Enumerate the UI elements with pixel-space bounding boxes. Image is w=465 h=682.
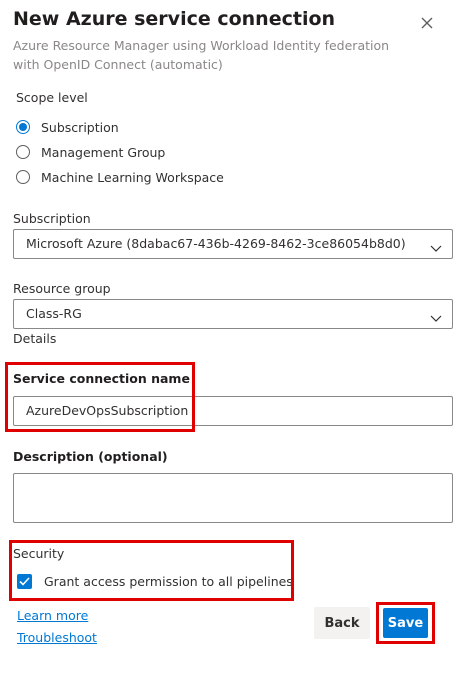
radio-label: Subscription: [41, 119, 119, 135]
learn-more-link[interactable]: Learn more: [17, 608, 88, 623]
radio-button[interactable]: [16, 170, 30, 184]
chevron-down-icon: [430, 309, 442, 322]
troubleshoot-link[interactable]: Troubleshoot: [17, 630, 97, 645]
resource-group-label: Resource group: [13, 281, 111, 296]
chevron-down-icon: [430, 239, 442, 252]
back-button[interactable]: Back: [314, 607, 370, 639]
radio-subscription[interactable]: Subscription: [16, 117, 119, 137]
radio-label: Management Group: [41, 144, 166, 160]
radio-label: Machine Learning Workspace: [41, 169, 224, 185]
radio-button[interactable]: [16, 145, 30, 159]
radio-ml-workspace[interactable]: Machine Learning Workspace: [16, 167, 224, 187]
highlight-box-connection-name: [5, 362, 195, 432]
subscription-label: Subscription: [13, 211, 91, 226]
dialog-title: New Azure service connection: [13, 8, 336, 30]
radio-button-checked[interactable]: [16, 120, 30, 134]
description-label: Description (optional): [13, 449, 168, 464]
description-textarea[interactable]: [13, 473, 453, 523]
highlight-box-save: [376, 602, 435, 644]
subscription-dropdown[interactable]: Microsoft Azure (8dabac67-436b-4269-8462…: [13, 229, 453, 259]
details-label: Details: [13, 331, 57, 346]
resource-group-value: Class-RG: [26, 306, 82, 321]
radio-management-group[interactable]: Management Group: [16, 142, 165, 162]
scope-level-label: Scope level: [16, 90, 88, 105]
highlight-box-security: [9, 540, 294, 601]
resource-group-dropdown[interactable]: Class-RG: [13, 299, 453, 329]
dialog-subtitle: Azure Resource Manager using Workload Id…: [13, 38, 390, 72]
subscription-value: Microsoft Azure (8dabac67-436b-4269-8462…: [26, 236, 406, 251]
close-icon[interactable]: [418, 14, 436, 32]
